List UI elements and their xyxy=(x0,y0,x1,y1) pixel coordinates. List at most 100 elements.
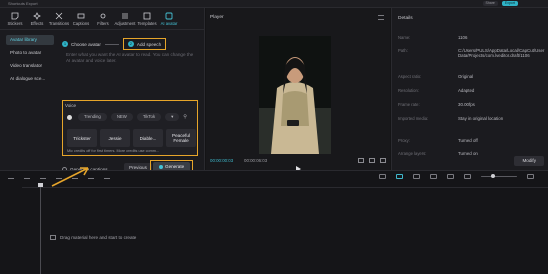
detail-value-name: 1106 xyxy=(458,35,468,40)
voice-card-diable[interactable]: Diable... xyxy=(133,129,163,147)
zoom-out-icon[interactable] xyxy=(464,174,471,179)
voice-filter-icon[interactable]: ⚲ xyxy=(183,114,187,120)
detail-value-imported: Stay in original location xyxy=(458,116,504,121)
detail-label-path: Path: xyxy=(398,48,408,53)
step-choose-avatar[interactable]: 1 Choose avatar xyxy=(62,41,101,47)
main-track-magnet-icon[interactable] xyxy=(396,174,403,179)
timeline-view-tools xyxy=(379,174,534,179)
detail-label-aspect: Aspect ratio: xyxy=(398,74,422,79)
voice-card-jessie[interactable]: Jessie xyxy=(100,129,130,147)
voice-tab-trending[interactable]: Trending xyxy=(78,113,107,121)
voice-more-dropdown[interactable]: ▾ xyxy=(165,113,180,121)
transitions-icon xyxy=(55,12,63,20)
split-icon[interactable] xyxy=(56,174,62,179)
voice-cards: Trickster Jessie Diable... Peaceful Fema… xyxy=(67,129,196,147)
export-button[interactable]: Export xyxy=(501,1,518,6)
detail-label-layers: Arrange layers: xyxy=(398,151,427,156)
tool-effects[interactable]: Effects xyxy=(26,8,48,30)
voice-tab-new[interactable]: NEW xyxy=(110,113,133,121)
time-ruler[interactable] xyxy=(22,184,548,188)
voice-card-trickster[interactable]: Trickster xyxy=(67,129,97,147)
sidemenu-avatar-library[interactable]: Avatar library xyxy=(6,35,54,45)
sidemenu-video-translator[interactable]: Video translator xyxy=(6,61,54,71)
tool-label: Transitions xyxy=(48,21,70,26)
tool-label: Filters xyxy=(97,21,109,26)
modify-button[interactable]: Modify xyxy=(514,156,544,166)
sidemenu-photo-to-avatar[interactable]: Photo to avatar xyxy=(6,48,54,58)
top-actions: Share Export xyxy=(482,1,518,6)
detail-label-resolution: Resolution: xyxy=(398,88,419,93)
captions-icon xyxy=(77,12,85,20)
tool-label: Adjustment xyxy=(114,21,136,26)
step-1-badge: 1 xyxy=(62,41,68,47)
detail-value-proxy: Turned off xyxy=(458,138,478,143)
zoom-slider[interactable] xyxy=(481,174,517,178)
snap-icon[interactable] xyxy=(447,174,454,179)
ratio-icon[interactable] xyxy=(369,158,375,163)
sidemenu-ai-dialogue[interactable]: AI dialogue sce... xyxy=(6,74,54,84)
script-input[interactable]: Enter what you want the AI avatar to rea… xyxy=(62,50,202,94)
app-window: Shortcuts Export Share Export Stickers E… xyxy=(0,0,548,274)
avatar-sidemenu: Avatar library Photo to avatar Video tra… xyxy=(6,35,54,84)
player-title: Player xyxy=(210,15,224,20)
select-tool-icon[interactable] xyxy=(8,174,14,179)
effects-icon xyxy=(33,12,41,20)
step-1-label: Choose avatar xyxy=(71,41,101,47)
top-menu[interactable]: Shortcuts Export xyxy=(8,1,38,6)
top-bar: Shortcuts Export Share Export xyxy=(0,0,548,8)
generate-icon xyxy=(159,165,163,169)
playhead[interactable] xyxy=(38,183,43,274)
delete-icon[interactable] xyxy=(104,174,110,179)
tool-label: Templates xyxy=(137,21,157,26)
detail-label-proxy: Proxy: xyxy=(398,138,410,143)
details-panel: Details Name: 1106 Path: C:/Users/PULS/A… xyxy=(391,8,548,170)
fullscreen-icon[interactable] xyxy=(380,158,386,163)
detail-label-imported: Imported media: xyxy=(398,116,429,121)
tool-filters[interactable]: Filters xyxy=(92,8,114,30)
step-2-label: Add speech xyxy=(136,41,162,47)
step-2-badge: 2 xyxy=(127,41,134,47)
filters-icon xyxy=(99,12,107,20)
adjustment-icon xyxy=(121,12,129,20)
ai-avatar-icon xyxy=(165,12,173,20)
main-track-drop-zone[interactable]: Drag material here and start to create xyxy=(44,227,548,247)
tool-label: Effects xyxy=(30,21,44,26)
detail-label-framerate: Frame rate: xyxy=(398,102,420,107)
wizard-steps: 1 Choose avatar 2 Add speech xyxy=(62,38,167,50)
player-view-controls xyxy=(358,158,386,163)
templates-icon xyxy=(143,12,151,20)
share-button[interactable]: Share xyxy=(482,1,498,6)
link-icon[interactable] xyxy=(413,174,420,179)
player-menu-icon[interactable] xyxy=(378,15,384,20)
tool-captions[interactable]: Captions xyxy=(70,8,92,30)
step-add-speech[interactable]: 2 Add speech xyxy=(122,38,167,50)
tool-ai-avatar[interactable]: AI avatar xyxy=(158,8,180,30)
current-time: 00:00:00:03 xyxy=(210,158,234,163)
drop-hint: Drag material here and start to create xyxy=(60,234,137,240)
total-time: 00:00:06:03 xyxy=(244,158,268,163)
crop-icon[interactable] xyxy=(358,158,364,163)
tool-label: Stickers xyxy=(7,21,23,26)
tool-stickers[interactable]: Stickers xyxy=(4,8,26,30)
tool-templates[interactable]: Templates xyxy=(136,8,158,30)
tool-adjustment[interactable]: Adjustment xyxy=(114,8,136,30)
video-preview[interactable] xyxy=(259,36,331,154)
detail-value-framerate: 30.00fps xyxy=(458,102,475,107)
detail-value-aspect: Original xyxy=(458,74,474,79)
player-panel: Player 00:00:00:03 00:00:06:03 xyxy=(206,8,390,172)
redo-icon[interactable] xyxy=(40,174,46,179)
detail-label-name: Name: xyxy=(398,35,411,40)
media-panel: Stickers Effects Transitions Captions Fi… xyxy=(0,8,205,174)
voice-indicator-dot xyxy=(67,114,72,120)
voice-tab-tiktok[interactable]: TikTok xyxy=(136,113,162,121)
tool-transitions[interactable]: Transitions xyxy=(48,8,70,30)
voice-card-peaceful-female[interactable]: Peaceful Female xyxy=(166,129,196,147)
preview-axis-icon[interactable] xyxy=(430,174,437,179)
undo-icon[interactable] xyxy=(24,174,30,179)
voice-credits-note: Mic credits off for first timers. More c… xyxy=(67,149,160,153)
split-right-icon[interactable] xyxy=(88,174,94,179)
detail-value-path: C:/Users/PULS/AppData/Local/CapCut/User … xyxy=(458,48,545,59)
zoom-in-icon[interactable] xyxy=(527,174,534,179)
microphone-icon[interactable] xyxy=(379,174,386,179)
split-left-icon[interactable] xyxy=(72,174,78,179)
